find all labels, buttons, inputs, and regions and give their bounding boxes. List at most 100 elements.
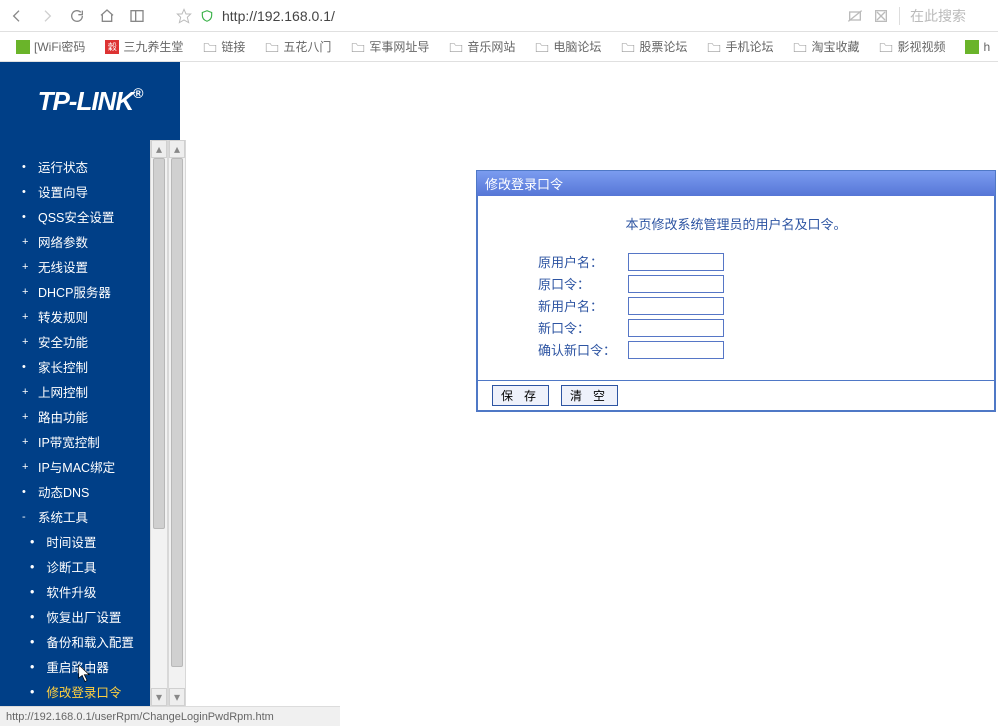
tree-toggle-icon: • [22,486,32,498]
sidebar-subitem-label: 备份和载入配置 [46,632,134,651]
bookmark-item[interactable]: 手机论坛 [697,35,783,59]
content-scrollbar-left[interactable]: ▴ ▾ [168,140,186,706]
bookmark-item[interactable]: 淘宝收藏 [783,35,869,59]
bookmark-item[interactable]: [WiFi密码 [6,35,95,59]
sidebar-item-label: 运行状态 [38,157,88,176]
sidebar-item-label: DHCP服务器 [38,282,111,301]
sidebar-item-label: 路由功能 [38,407,88,426]
sidebar-subitem[interactable]: 时间设置 [0,529,150,554]
bookmark-item[interactable]: 影视视频 [869,35,955,59]
bookmark-label: 军事网址导 [369,38,429,55]
bookmark-label: [WiFi密码 [34,38,85,55]
folder-icon [449,41,463,53]
folder-icon [621,41,635,53]
sidebar-subitem[interactable]: 恢复出厂设置 [0,604,150,629]
old-user-input[interactable] [628,253,724,271]
screenshot-icon[interactable] [847,8,863,24]
new-user-label: 新用户名： [538,296,628,315]
sidebar-item-label: 无线设置 [38,257,88,276]
sidebar-subitem-label: 修改登录口令 [46,682,121,701]
bookmark-label: 五花八门 [283,38,331,55]
sidebar-toggle-icon[interactable] [128,7,146,25]
sidebar-item[interactable]: • 家长控制 [0,354,150,379]
old-pwd-label: 原口令： [538,274,628,293]
bookmark-item[interactable]: 军事网址导 [341,35,439,59]
bookmark-item[interactable]: 穀三九养生堂 [95,35,193,59]
tree-toggle-icon: • [22,361,32,373]
sidebar-item-label: QSS安全设置 [38,207,114,226]
change-password-panel: 修改登录口令 本页修改系统管理员的用户名及口令。 原用户名： 原口令： 新用户名… [476,170,996,412]
tree-toggle-icon: - [22,511,32,523]
save-button[interactable]: 保 存 [492,385,549,406]
sidebar-item[interactable]: +无线设置 [0,254,150,279]
confirm-pwd-input[interactable] [628,341,724,359]
folder-icon [535,41,549,53]
folder-icon [793,41,807,53]
site-icon [16,40,30,54]
sidebar-item-label: IP带宽控制 [38,432,100,451]
bookmark-label: 音乐网站 [467,38,515,55]
tree-toggle-icon: + [22,336,32,348]
sidebar-item[interactable]: •动态DNS [0,479,150,504]
new-pwd-input[interactable] [628,319,724,337]
sidebar-item[interactable]: + DHCP服务器 [0,279,150,304]
back-button[interactable] [8,7,26,25]
address-bar[interactable]: http://192.168.0.1/ [222,8,839,24]
sidebar-item[interactable]: + 上网控制 [0,379,150,404]
search-box-placeholder[interactable]: 在此搜索 [910,6,990,26]
tree-toggle-icon: + [22,411,32,423]
bookmark-bar: [WiFi密码穀三九养生堂 链接 五花八门 军事网址导 音乐网站电脑论坛股票论坛手机论坛… [0,32,998,62]
sidebar-subitem[interactable]: 备份和载入配置 [0,629,150,654]
reload-button[interactable] [68,7,86,25]
bookmark-label: h [983,40,990,54]
sidebar-item[interactable]: • QSS安全设置 [0,204,150,229]
favorite-icon[interactable] [176,8,192,24]
bookmark-label: 淘宝收藏 [811,38,859,55]
sidebar-item[interactable]: +IP带宽控制 [0,429,150,454]
sidebar-item[interactable]: +安全功能 [0,329,150,354]
old-user-label: 原用户名： [538,252,628,271]
folder-icon [203,41,217,53]
sidebar-subitem[interactable]: 重启路由器 [0,654,150,679]
bookmark-item[interactable]: h [955,35,998,59]
sidebar-item-label: 上网控制 [38,382,88,401]
sidebar-item-label: 转发规则 [38,307,88,326]
sidebar-item-label: 家长控制 [38,357,88,376]
bookmark-label: 链接 [221,38,245,55]
sidebar-item-label: 设置向导 [38,182,88,201]
sidebar-item[interactable]: +网络参数 [0,229,150,254]
sidebar-item[interactable]: •设置向导 [0,179,150,204]
sidebar-item[interactable]: +IP与MAC绑定 [0,454,150,479]
sidebar-scrollbar[interactable]: ▴ ▾ [150,140,168,706]
forward-button[interactable] [38,7,56,25]
tree-toggle-icon: + [22,386,32,398]
clear-button[interactable]: 清 空 [561,385,618,406]
sidebar-subitem[interactable]: 软件升级 [0,579,150,604]
old-pwd-input[interactable] [628,275,724,293]
confirm-pwd-label: 确认新口令： [538,340,628,359]
bookmark-item[interactable]: 音乐网站 [439,35,525,59]
scroll-down-icon[interactable]: ▾ [151,688,167,706]
sidebar-item[interactable]: + 路由功能 [0,404,150,429]
sidebar-item[interactable]: +转发规则 [0,304,150,329]
bookmark-item[interactable]: 链接 [193,35,255,59]
sidebar-subitem-label: 时间设置 [46,532,96,551]
shield-icon [200,9,214,23]
bookmark-item[interactable]: 电脑论坛 [525,35,611,59]
sidebar-item[interactable]: •运行状态 [0,154,150,179]
tree-toggle-icon: + [22,461,32,473]
sidebar-subitem[interactable]: 修改登录口令 [0,679,150,704]
tree-toggle-icon: • [22,211,32,223]
new-user-input[interactable] [628,297,724,315]
sidebar-subitem-label: 诊断工具 [46,557,96,576]
tree-toggle-icon: + [22,286,32,298]
scroll-up-icon[interactable]: ▴ [151,140,167,158]
sidebar-item[interactable]: -系统工具 [0,504,150,529]
panel-description: 本页修改系统管理员的用户名及口令。 [498,210,974,249]
home-button[interactable] [98,7,116,25]
block-icon[interactable] [873,8,889,24]
bookmark-item[interactable]: 五花八门 [255,35,341,59]
bookmark-item[interactable]: 股票论坛 [611,35,697,59]
sidebar-subitem[interactable]: 诊断工具 [0,554,150,579]
sidebar-subitem-label: 软件升级 [46,582,96,601]
